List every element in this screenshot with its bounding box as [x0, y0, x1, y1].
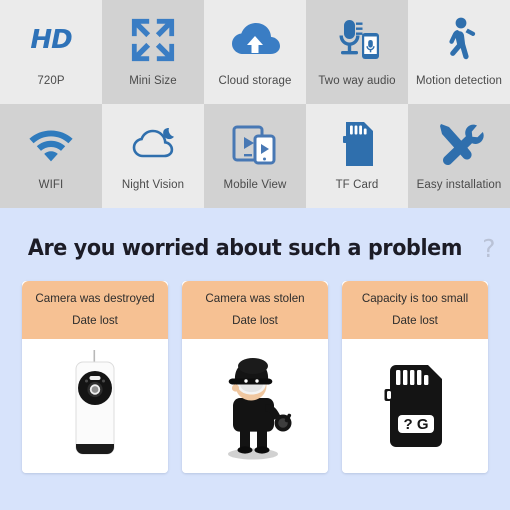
feature-label: Night Vision	[121, 179, 185, 191]
mini-size-icon	[130, 14, 176, 66]
feature-cell-mobile-view[interactable]: Mobile View	[204, 104, 306, 208]
card-image-area: ? G	[342, 338, 488, 473]
sd-card-capacity-label: ? G	[404, 416, 429, 433]
feature-label: Mini Size	[129, 75, 177, 87]
feature-cell-tf-card[interactable]: TF Card	[306, 104, 408, 208]
feature-label: Two way audio	[318, 75, 396, 87]
problem-card-list: Camera was destroyed Date lost Camera wa…	[0, 263, 510, 473]
feature-grid: HD 720P Mini Size Cloud storage Two way …	[0, 0, 510, 208]
product-feature-page: HD 720P Mini Size Cloud storage Two way …	[0, 0, 510, 510]
feature-label: WIFI	[38, 179, 64, 191]
feature-cell-wifi[interactable]: WIFI	[0, 104, 102, 208]
hd-icon: HD	[30, 14, 72, 66]
feature-cell-easy-installation[interactable]: Easy installation	[408, 104, 510, 208]
cloud-upload-icon	[229, 14, 281, 66]
headline-row: Are you worried about such a problem?	[0, 208, 510, 263]
feature-label: Mobile View	[223, 179, 287, 191]
card-image-area	[182, 338, 328, 473]
tablet-phone-icon	[231, 118, 279, 170]
problem-card-camera-destroyed[interactable]: Camera was destroyed Date lost	[22, 281, 168, 473]
card-header: Camera was destroyed Date lost	[22, 281, 168, 339]
sd-card-illustration: ? G	[384, 364, 442, 447]
feature-label: 720P	[37, 75, 65, 87]
feature-cell-motion-detection[interactable]: Motion detection	[408, 0, 510, 104]
card-header: Capacity is too small Date lost	[342, 281, 488, 339]
problem-card-camera-stolen[interactable]: Camera was stolen Date lost	[182, 281, 328, 473]
cartoon-thief-illustration	[228, 357, 292, 460]
card-subtitle: Date lost	[232, 314, 278, 328]
problem-section: Are you worried about such a problem? Ca…	[0, 208, 510, 510]
feature-label: Motion detection	[416, 75, 502, 87]
card-image-area	[22, 338, 168, 473]
feature-cell-night-vision[interactable]: Night Vision	[102, 104, 204, 208]
sd-card-icon	[339, 118, 375, 170]
cloud-moon-icon	[127, 118, 179, 170]
card-title: Capacity is too small	[361, 292, 469, 305]
feature-cell-two-way-audio[interactable]: Two way audio	[306, 0, 408, 104]
card-header: Camera was stolen Date lost	[182, 281, 328, 339]
feature-cell-cloud-storage[interactable]: Cloud storage	[204, 0, 306, 104]
feature-label: Cloud storage	[218, 75, 292, 87]
feature-label: TF Card	[335, 179, 379, 191]
question-mark-icon: ?	[482, 234, 496, 263]
wrench-screwdriver-icon	[434, 118, 484, 170]
card-subtitle: Date lost	[72, 314, 118, 328]
problem-card-capacity-small[interactable]: Capacity is too small Date lost ? G	[342, 281, 488, 473]
walking-person-icon	[439, 14, 479, 66]
card-subtitle: Date lost	[392, 314, 438, 328]
feature-cell-mini-size[interactable]: Mini Size	[102, 0, 204, 104]
microphone-phone-icon	[332, 14, 382, 66]
feature-label: Easy installation	[416, 179, 502, 191]
page-title: Are you worried about such a problem	[28, 236, 463, 261]
card-title: Camera was destroyed	[35, 292, 155, 305]
hd-badge-text: HD	[30, 25, 72, 55]
feature-cell-720p[interactable]: HD 720P	[0, 0, 102, 104]
card-title: Camera was stolen	[205, 292, 305, 305]
white-ip-camera-photo	[75, 349, 115, 455]
wifi-icon	[24, 118, 78, 170]
